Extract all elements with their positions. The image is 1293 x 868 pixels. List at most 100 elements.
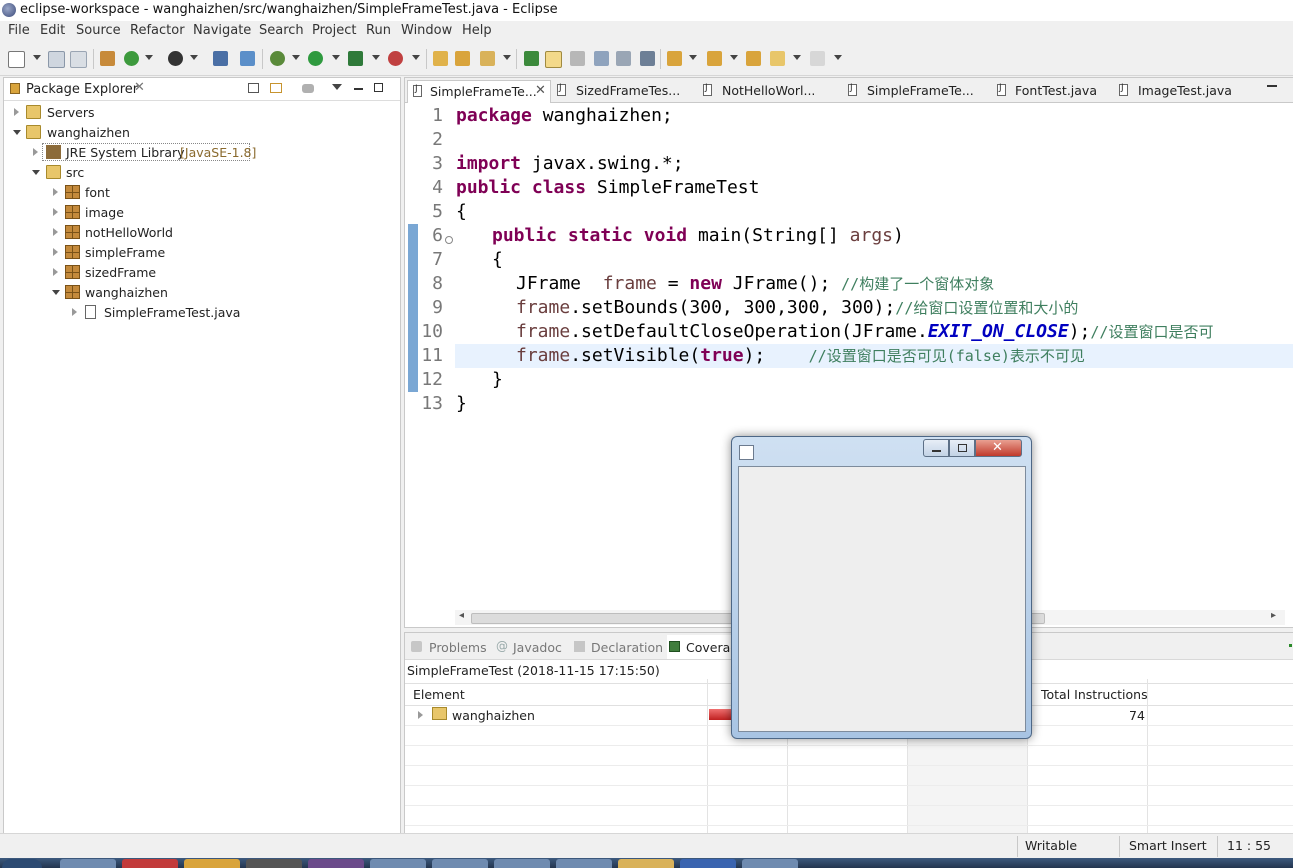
minimize-icon[interactable]	[354, 88, 363, 90]
external-tools-icon[interactable]	[388, 51, 403, 66]
taskbar-item[interactable]	[370, 859, 426, 868]
collapse-icon[interactable]	[13, 130, 21, 135]
menu-search[interactable]: Search	[259, 23, 304, 38]
tree-item-package[interactable]: sizedFrame	[4, 263, 394, 283]
open-task-icon[interactable]	[455, 51, 470, 66]
save-all-icon[interactable]	[70, 51, 87, 68]
tab-simpleframetest-active[interactable]: SimpleFrameTe... ✕	[407, 80, 551, 103]
last-edit-icon[interactable]	[746, 51, 761, 66]
taskbar-item[interactable]	[494, 859, 550, 868]
forward-dropdown-icon[interactable]	[834, 55, 842, 60]
taskbar-item[interactable]	[122, 859, 178, 868]
fold-icon[interactable]	[445, 236, 453, 244]
expand-icon[interactable]	[53, 188, 58, 196]
filters-icon[interactable]	[302, 84, 314, 93]
search-icon[interactable]	[480, 51, 495, 66]
tree-item-jre[interactable]: JRE System Library [JavaSE-1.8]	[4, 143, 394, 163]
tools-dropdown-icon[interactable]	[412, 55, 420, 60]
menu-help[interactable]: Help	[462, 23, 492, 38]
pilcrow-icon[interactable]	[640, 51, 655, 66]
prev-annotation-dropdown-icon[interactable]	[730, 55, 738, 60]
link-editor-icon[interactable]	[270, 83, 282, 93]
column-element[interactable]: Element	[413, 687, 465, 702]
prev-annotation-icon[interactable]	[707, 51, 722, 66]
scroll-left-icon[interactable]: ◂	[459, 610, 464, 621]
back-icon[interactable]	[770, 51, 785, 66]
maximize-icon[interactable]	[374, 83, 383, 92]
forward-icon[interactable]	[810, 51, 825, 66]
expand-icon[interactable]	[72, 308, 77, 316]
tree-item-project[interactable]: wanghaizhen	[4, 123, 394, 143]
expand-icon[interactable]	[14, 108, 19, 116]
minimize-button[interactable]	[923, 439, 949, 457]
debug-dropdown-icon[interactable]	[292, 55, 300, 60]
menu-window[interactable]: Window	[401, 23, 452, 38]
menu-navigate[interactable]: Navigate	[193, 23, 251, 38]
open-type-icon[interactable]	[433, 51, 448, 66]
tab-sizedframetest[interactable]: SizedFrameTes...	[557, 80, 692, 102]
tree-item-package[interactable]: font	[4, 183, 394, 203]
menu-file[interactable]: File	[8, 23, 30, 38]
run-icon[interactable]	[308, 51, 323, 66]
taskbar-item[interactable]	[60, 859, 116, 868]
word-wrap-icon[interactable]	[594, 51, 609, 66]
tab-javadoc[interactable]: Javadoc	[513, 640, 562, 655]
next-annotation-dropdown-icon[interactable]	[689, 55, 697, 60]
view-menu-icon[interactable]	[332, 84, 342, 90]
collapse-icon[interactable]	[32, 170, 40, 175]
taskbar-item[interactable]	[680, 859, 736, 868]
taskbar-item[interactable]	[432, 859, 488, 868]
collapse-all-icon[interactable]	[248, 83, 259, 93]
taskbar-item[interactable]	[246, 859, 302, 868]
debug-icon[interactable]	[270, 51, 285, 66]
collapse-icon[interactable]	[52, 290, 60, 295]
tree-item-package[interactable]: wanghaizhen	[4, 283, 394, 303]
start-button[interactable]	[2, 859, 42, 868]
tab-fonttest[interactable]: FontTest.java	[997, 80, 1112, 102]
expand-icon[interactable]	[53, 248, 58, 256]
save-icon[interactable]	[48, 51, 65, 68]
tree-item-file[interactable]: SimpleFrameTest.java	[4, 303, 394, 323]
tree-item-servers[interactable]: Servers	[4, 103, 394, 123]
jframe-content-pane[interactable]	[738, 466, 1026, 732]
close-view-icon[interactable]: ✕	[134, 80, 145, 95]
annotation-icon[interactable]	[524, 51, 539, 66]
skip-breakpoints-icon[interactable]	[240, 51, 255, 66]
coverage-icon[interactable]	[348, 51, 363, 66]
tree-item-package[interactable]: image	[4, 203, 394, 223]
new-class-icon[interactable]	[124, 51, 139, 66]
new-dropdown-icon[interactable]	[33, 55, 41, 60]
block-selection-icon[interactable]	[570, 51, 585, 66]
tree-item-package[interactable]: simpleFrame	[4, 243, 394, 263]
expand-icon[interactable]	[53, 208, 58, 216]
maximize-button[interactable]	[949, 439, 975, 457]
console-icon[interactable]	[213, 51, 228, 66]
coverage-dropdown-icon[interactable]	[372, 55, 380, 60]
expand-icon[interactable]	[418, 711, 423, 719]
tab-nothelloworld[interactable]: NotHelloWorl...	[703, 80, 833, 102]
show-whitespace-icon[interactable]	[616, 51, 631, 66]
expand-icon[interactable]	[53, 268, 58, 276]
back-dropdown-icon[interactable]	[793, 55, 801, 60]
menu-refactor[interactable]: Refactor	[130, 23, 185, 38]
menu-project[interactable]: Project	[312, 23, 356, 38]
target-dropdown-icon[interactable]	[190, 55, 198, 60]
taskbar-item[interactable]	[556, 859, 612, 868]
close-tab-icon[interactable]: ✕	[535, 83, 546, 98]
taskbar-item[interactable]	[618, 859, 674, 868]
mark-occurrences-icon[interactable]	[545, 51, 562, 68]
search-dropdown-icon[interactable]	[503, 55, 511, 60]
tab-declaration[interactable]: Declaration	[591, 640, 663, 655]
tab-imagetest[interactable]: ImageTest.java	[1119, 80, 1244, 102]
class-dropdown-icon[interactable]	[145, 55, 153, 60]
new-package-icon[interactable]	[100, 51, 115, 66]
tab-problems[interactable]: Problems	[429, 640, 487, 655]
taskbar-item[interactable]	[742, 859, 798, 868]
taskbar-item[interactable]	[184, 859, 240, 868]
menu-edit[interactable]: Edit	[40, 23, 65, 38]
tree-item-src[interactable]: src	[4, 163, 394, 183]
column-total-instructions[interactable]: Total Instructions	[1041, 687, 1148, 702]
menu-run[interactable]: Run	[366, 23, 391, 38]
scroll-right-icon[interactable]: ▸	[1271, 610, 1276, 621]
expand-icon[interactable]	[33, 148, 38, 156]
